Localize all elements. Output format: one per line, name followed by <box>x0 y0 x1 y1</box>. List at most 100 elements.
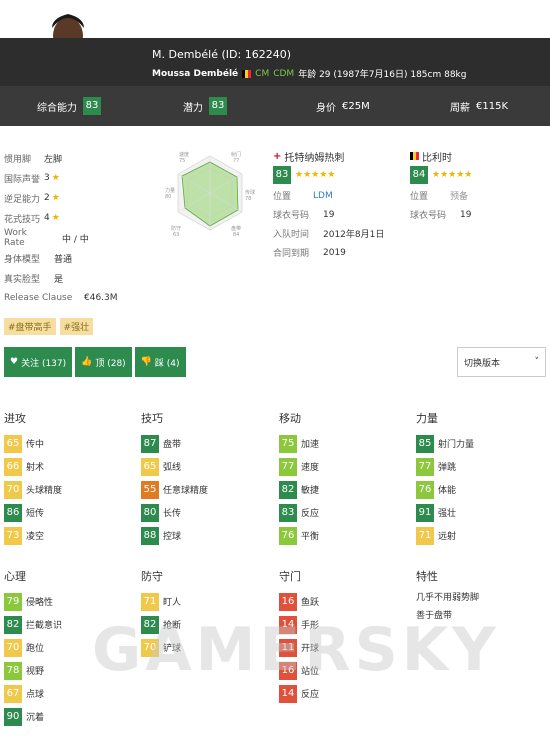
attribute-value: 91 <box>416 503 434 522</box>
attribute-group: 进攻 65 传中 66 射术 70 头球精度 86 短传 73 凌空 <box>4 410 134 547</box>
england-flag-icon: + <box>273 150 282 162</box>
attribute-label: 凌空 <box>26 532 45 542</box>
club-title: + 托特纳姆热刺 <box>273 148 403 164</box>
attribute-group: 移动 75 加速 77 速度 82 敏捷 83 反应 76 平衡 <box>279 410 409 547</box>
attribute-label: 射术 <box>26 463 45 473</box>
player-full-name: Moussa Dembélé <box>152 68 239 79</box>
upvote-button[interactable]: 👍 顶 (28) <box>75 347 132 377</box>
club-row: 合同到期 2019 <box>273 243 403 262</box>
gamersky-watermark: GAMERSKY <box>92 615 500 685</box>
club-stars-icon: ★★★★★ <box>295 170 336 180</box>
attribute-label: 盘带 <box>163 440 182 450</box>
attribute-value: 85 <box>416 434 434 453</box>
version-select[interactable]: 切换版本 ˅ <box>457 347 546 377</box>
club-value: 19 <box>323 209 335 220</box>
attribute-row: 76 平衡 <box>279 524 409 547</box>
attribute-value: 90 <box>4 707 22 726</box>
info-key: 国际声誉 <box>4 174 41 185</box>
attribute-row: 65 弧线 <box>141 455 271 478</box>
radar-value: 80 <box>165 194 171 200</box>
attribute-row: 75 加速 <box>279 432 409 455</box>
club-rating-row: 83 ★★★★★ <box>273 164 403 186</box>
info-key: 逆足能力 <box>4 194 41 205</box>
club-key: 入队时间 <box>273 230 310 240</box>
belgium-flag-icon <box>410 152 419 160</box>
info-value: 2 <box>44 193 50 203</box>
attribute-row: 65 传中 <box>4 432 134 455</box>
attribute-label: 拦截意识 <box>26 621 63 631</box>
club-panel: + 托特纳姆热刺 83 ★★★★★ 位置 LDM 球衣号码 19 入队时间 2012年… <box>273 148 403 262</box>
radar-value: 63 <box>173 232 179 238</box>
attribute-label: 反应 <box>301 509 320 519</box>
attribute-row: 73 凌空 <box>4 524 134 547</box>
attribute-row: 83 反应 <box>279 501 409 524</box>
thumbs-down-icon: 👎 <box>140 357 152 367</box>
info-row: 逆足能力 2 ★ <box>4 188 164 208</box>
attribute-value: 71 <box>141 592 159 611</box>
attribute-row: 16 鱼跃 <box>279 590 409 613</box>
attribute-label: 任意球精度 <box>163 486 209 496</box>
attribute-row: 80 长传 <box>141 501 271 524</box>
wage-stat: 周薪 €115K <box>450 99 508 114</box>
attribute-value: 70 <box>4 638 22 657</box>
club-row: 球衣号码 19 <box>273 205 403 224</box>
attribute-label: 加速 <box>301 440 320 450</box>
star-icon: ★ <box>51 193 60 203</box>
nation-panel: 比利时 84 ★★★★★ 位置 预备 球衣号码 19 <box>410 148 540 224</box>
value-stat: 身价 €25M <box>316 99 370 114</box>
attribute-label: 控球 <box>163 532 182 542</box>
action-buttons: ♥ 关注 (137) 👍 顶 (28) 👎 踩 (4) <box>4 347 186 377</box>
attribute-label: 跑位 <box>26 644 45 654</box>
value-label: 身价 <box>316 102 336 114</box>
attribute-row: 71 远射 <box>416 524 546 547</box>
attribute-value: 78 <box>4 661 22 680</box>
attribute-value: 77 <box>279 457 297 476</box>
info-row: Work Rate 中 / 中 <box>4 228 164 248</box>
downvote-button[interactable]: 👎 踩 (4) <box>134 347 186 377</box>
info-key: Work Rate <box>4 228 27 248</box>
attribute-row: 88 控球 <box>141 524 271 547</box>
attribute-group-title: 进攻 <box>4 412 26 425</box>
club-rating: 83 <box>273 166 291 184</box>
tag-strong[interactable]: #强壮 <box>59 318 94 335</box>
tag-dribbler[interactable]: #盘带高手 <box>4 318 56 335</box>
club-name[interactable]: 托特纳姆热刺 <box>284 149 344 164</box>
attribute-label: 弹跳 <box>438 463 457 473</box>
info-key: 真实脸型 <box>4 274 41 285</box>
attribute-label: 长传 <box>163 509 182 519</box>
radar-value: 78 <box>245 196 251 202</box>
overall-value: 83 <box>83 97 101 115</box>
overall-label: 综合能力 <box>37 102 77 114</box>
follow-button[interactable]: ♥ 关注 (137) <box>4 347 73 377</box>
nation-rating: 84 <box>410 166 428 184</box>
nation-name[interactable]: 比利时 <box>422 149 452 164</box>
info-row: Release Clause €46.3M <box>4 288 164 308</box>
attribute-label: 体能 <box>438 486 457 496</box>
attribute-radar-chart: 速度 75 射门 77 传球 78 盘带 84 防守 63 力量 80 <box>165 148 255 238</box>
attribute-label: 沉着 <box>26 713 45 723</box>
info-value: 左脚 <box>44 154 63 165</box>
chevron-down-icon: ˅ <box>534 357 540 367</box>
summary-stats-bar: 综合能力 83 潜力 83 身价 €25M 周薪 €115K <box>0 86 550 126</box>
wage-amount: €115K <box>476 100 509 112</box>
nation-value: 19 <box>460 209 472 220</box>
belgium-flag-icon <box>242 69 252 78</box>
attribute-label: 强壮 <box>438 509 457 519</box>
club-value[interactable]: LDM <box>313 191 333 201</box>
attribute-value: 77 <box>416 457 434 476</box>
attribute-label: 传中 <box>26 440 45 450</box>
attribute-label: 鱼跃 <box>301 598 320 608</box>
radar-label: 速度 <box>179 151 189 158</box>
attribute-value: 79 <box>4 592 22 611</box>
info-row: 身体模型 普通 <box>4 248 164 268</box>
attribute-row: 77 弹跳 <box>416 455 546 478</box>
attribute-value: 80 <box>141 503 159 522</box>
attribute-value: 76 <box>279 526 297 545</box>
attribute-group-title: 心理 <box>4 570 26 583</box>
attribute-label: 远射 <box>438 532 457 542</box>
attribute-row: 86 短传 <box>4 501 134 524</box>
radar-label: 射门 <box>231 151 241 158</box>
downvote-label: 踩 (4) <box>154 358 180 369</box>
star-icon: ★ <box>51 173 60 183</box>
radar-value: 77 <box>233 158 239 164</box>
